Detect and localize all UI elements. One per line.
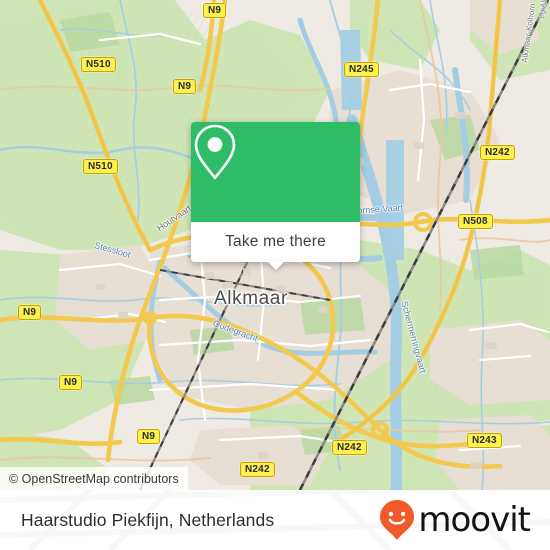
moovit-wordmark: moovit: [418, 500, 531, 540]
place-title: Haarstudio Piekfijn, Netherlands: [21, 509, 275, 530]
moovit-pin-smile-icon: [380, 500, 415, 540]
moovit-place-card: Alkmaar Schermerringvaart oornse Vaart O…: [0, 0, 550, 550]
road-shield-n9[interactable]: N9: [173, 79, 197, 94]
moovit-logo[interactable]: moovit: [379, 490, 531, 550]
road-shield-n9[interactable]: N9: [137, 429, 161, 444]
road-shield-n510[interactable]: N510: [83, 159, 118, 174]
road-shield-n9[interactable]: N9: [203, 3, 227, 18]
location-popup-card[interactable]: Take me there: [191, 122, 360, 270]
road-shield-n242[interactable]: N242: [332, 440, 367, 455]
take-me-there-label: Take me there: [225, 233, 326, 250]
footer-bar: Haarstudio Piekfijn, Netherlands moovit: [0, 490, 550, 550]
road-shield-n9[interactable]: N9: [18, 305, 42, 320]
road-shield-n9[interactable]: N9: [59, 375, 83, 390]
popup-card-image: [191, 122, 360, 222]
map-pin-icon: [194, 124, 236, 180]
place-label-alkmaar: Alkmaar: [214, 288, 288, 309]
map-canvas[interactable]: Alkmaar Schermerringvaart oornse Vaart O…: [0, 0, 550, 490]
attribution-text: © OpenStreetMap contributors: [9, 471, 179, 486]
road-shield-n242[interactable]: N242: [480, 145, 515, 160]
road-shield-n508[interactable]: N508: [458, 214, 493, 229]
road-shield-n242[interactable]: N242: [240, 462, 275, 477]
road-shield-n510[interactable]: N510: [81, 57, 116, 72]
road-shield-n243[interactable]: N243: [467, 433, 502, 448]
take-me-there-button[interactable]: Take me there: [191, 222, 360, 262]
map-attribution: © OpenStreetMap contributors: [0, 467, 188, 490]
road-shield-n245[interactable]: N245: [344, 62, 379, 77]
popup-tail: [266, 261, 285, 270]
